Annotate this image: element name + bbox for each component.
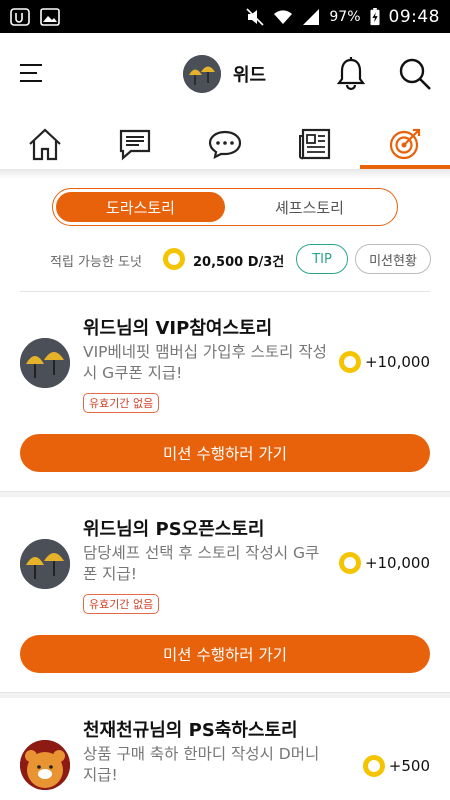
username: 위드 — [233, 65, 267, 86]
tab-board[interactable] — [90, 119, 180, 169]
avatar — [183, 55, 221, 93]
mission-description: 담당셰프 선택 후 스토리 작성시 G쿠폰 지급! — [83, 544, 320, 583]
tab-news[interactable] — [270, 119, 360, 169]
tab-mission[interactable] — [360, 119, 450, 169]
bell-icon[interactable] — [336, 57, 366, 91]
points-label: 적립 가능한 도넛 — [50, 254, 142, 270]
tab-home[interactable] — [0, 119, 90, 169]
mission-card: 위드님의 VIP참여스토리 VIP베네핏 맴버십 가입후 스토리 작성시 G쿠폰… — [0, 292, 450, 492]
mission-reward: +10,000 — [338, 351, 430, 373]
signal-icon — [303, 8, 320, 25]
story-type-toggle: 도라스토리 셰프스토리 — [52, 188, 398, 226]
donut-coin-icon — [338, 552, 361, 574]
validity-badge: 유효기간 없음 — [83, 594, 160, 614]
mission-description: VIP베네핏 맴버십 가입후 스토리 작성시 G쿠폰 지급! — [83, 343, 327, 382]
points-summary: 적립 가능한 도넛 20,500 D/3건 TIP 미션현황 — [0, 243, 450, 277]
chat-list-icon — [119, 129, 151, 161]
validity-badge: 유효기간 없음 — [83, 393, 160, 413]
reward-amount: +500 — [388, 757, 430, 775]
mission-title: 위드님의 VIP참여스토리 — [83, 318, 273, 339]
mission-action-button[interactable]: 미션 수행하러 가기 — [20, 635, 430, 673]
mission-reward: +10,000 — [338, 552, 430, 574]
avatar — [20, 338, 70, 388]
donut-coin-icon — [338, 351, 361, 373]
donut-coin-icon — [362, 755, 385, 777]
mission-reward: +500 — [362, 755, 430, 777]
main-tabs — [0, 119, 450, 169]
mission-action-button[interactable]: 미션 수행하러 가기 — [20, 434, 430, 472]
clock: 09:48 — [388, 6, 440, 27]
points-value: 20,500 D/3건 — [193, 254, 285, 270]
mission-description: 상품 구매 축하 한마디 작성시 D머니 지급! — [83, 745, 320, 784]
segment-chef-story[interactable]: 셰프스토리 — [225, 192, 394, 222]
wifi-icon — [274, 9, 293, 24]
segment-dora-story[interactable]: 도라스토리 — [56, 192, 225, 222]
avatar — [20, 740, 70, 790]
avatar — [20, 539, 70, 589]
battery-charging-icon — [370, 7, 379, 25]
mute-icon — [246, 7, 264, 26]
status-bar: 97% 09:48 — [0, 0, 450, 33]
news-icon — [299, 128, 331, 160]
mission-title: 천재천규님의 PS축하스토리 — [83, 720, 298, 741]
mission-title: 위드님의 PS오픈스토리 — [83, 519, 265, 540]
search-icon[interactable] — [398, 57, 432, 91]
reward-amount: +10,000 — [364, 554, 430, 572]
home-icon — [29, 128, 61, 161]
tabs-shadow — [0, 169, 450, 179]
tab-talk[interactable] — [180, 119, 270, 169]
mission-card: 천재천규님의 PS축하스토리 상품 구매 축하 한마디 작성시 D머니 지급! … — [0, 698, 450, 800]
mission-card: 위드님의 PS오픈스토리 담당셰프 선택 후 스토리 작성시 G쿠폰 지급! +… — [0, 497, 450, 693]
reward-amount: +10,000 — [364, 353, 430, 371]
mission-status-button[interactable]: 미션현황 — [355, 244, 431, 274]
menu-icon[interactable] — [20, 61, 46, 87]
target-icon — [389, 128, 421, 160]
image-notification-icon — [40, 7, 60, 26]
app-notification-icon — [10, 7, 30, 26]
speech-bubble-icon — [208, 130, 242, 159]
donut-coin-icon — [163, 248, 185, 270]
tip-button[interactable]: TIP — [296, 244, 348, 274]
app-header: 위드 — [0, 33, 450, 119]
battery-percent: 97% — [329, 8, 361, 25]
profile-button[interactable]: 위드 — [183, 55, 266, 93]
